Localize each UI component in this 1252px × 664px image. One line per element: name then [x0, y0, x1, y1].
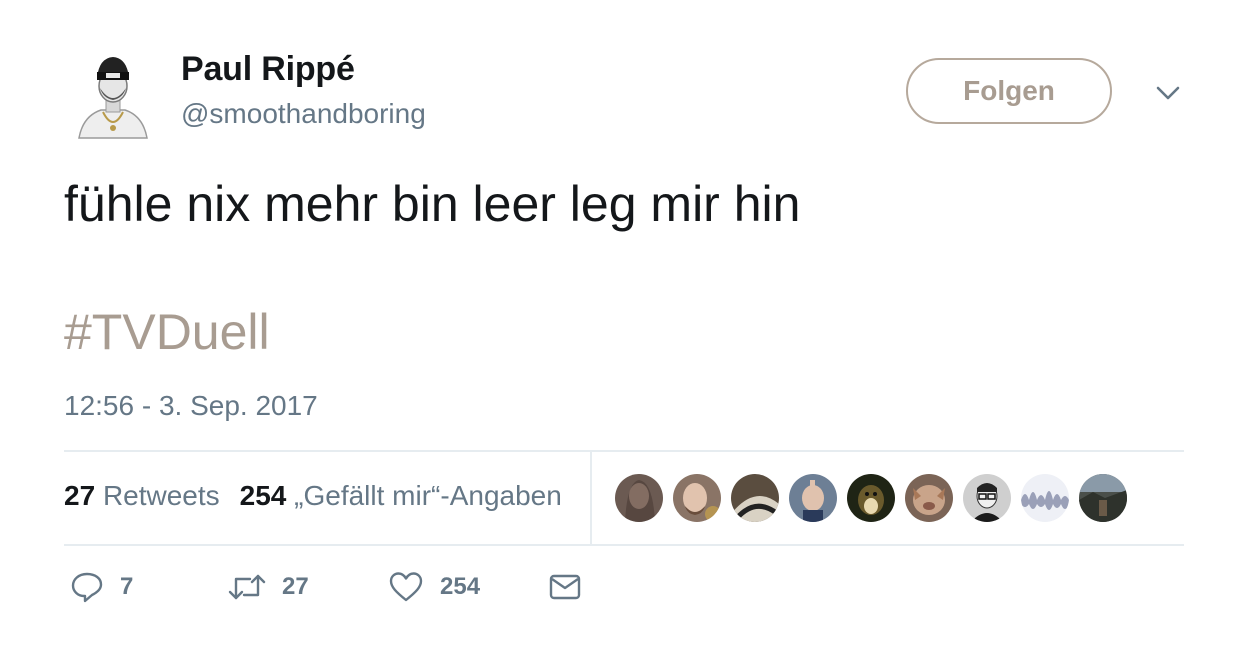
author-handle[interactable]: @smoothandboring [181, 98, 426, 130]
liker-avatar[interactable] [615, 474, 663, 522]
author-avatar[interactable] [75, 52, 151, 140]
mail-icon [548, 570, 582, 604]
retweet-icon [228, 570, 266, 604]
retweet-button[interactable]: 27 [228, 570, 309, 604]
liker-avatar[interactable] [1079, 474, 1127, 522]
likes-count: 254 [239, 480, 287, 511]
reply-count: 7 [120, 573, 134, 600]
retweets-count: 27 [64, 480, 96, 511]
tweet-timestamp[interactable]: 12:56 - 3. Sep. 2017 [64, 390, 318, 422]
tweet-text: fühle nix mehr bin leer leg mir hin [64, 176, 801, 232]
author-name[interactable]: Paul Rippé [181, 50, 355, 89]
heart-icon [388, 570, 424, 604]
retweet-count: 27 [282, 573, 309, 600]
reply-button[interactable]: 7 [70, 570, 133, 604]
retweets-stat[interactable]: 27 Retweets [64, 480, 220, 511]
reply-icon [70, 570, 104, 604]
tweet-stats: 27 Retweets 254 „Gefällt mir“-Angaben [64, 480, 562, 512]
liker-avatar[interactable] [673, 474, 721, 522]
divider [64, 544, 1184, 546]
divider [64, 450, 1184, 452]
liker-avatar[interactable] [789, 474, 837, 522]
liker-avatar[interactable] [847, 474, 895, 522]
likes-label: „Gefällt mir“-Angaben [294, 480, 562, 511]
divider [590, 452, 592, 544]
hashtag-link[interactable]: #TVDuell [64, 300, 270, 364]
tweet-actions: 7 27 254 [64, 570, 664, 614]
like-count: 254 [440, 573, 481, 600]
chevron-down-icon[interactable] [1154, 82, 1182, 104]
liker-avatar[interactable] [1021, 474, 1069, 522]
liker-avatar[interactable] [963, 474, 1011, 522]
retweets-label: Retweets [102, 480, 220, 511]
direct-message-button[interactable] [548, 570, 582, 604]
likes-stat[interactable]: 254 „Gefällt mir“-Angaben [240, 480, 562, 511]
liker-avatar[interactable] [905, 474, 953, 522]
likers-avatars [615, 474, 1127, 522]
liker-avatar[interactable] [731, 474, 779, 522]
follow-button[interactable]: Folgen [906, 58, 1112, 124]
like-button[interactable]: 254 [388, 570, 480, 604]
